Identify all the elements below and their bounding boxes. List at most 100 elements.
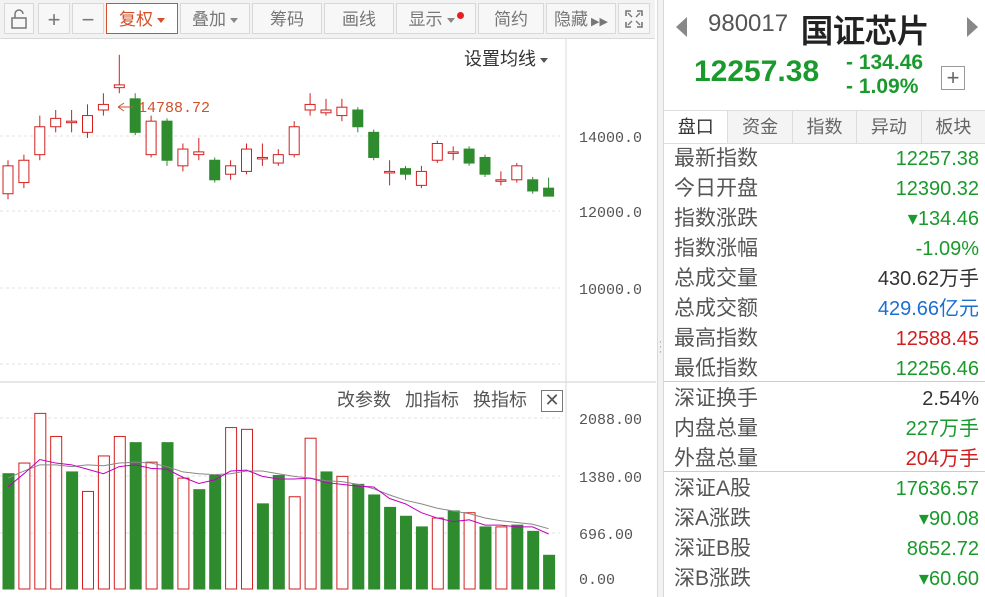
candle[interactable] — [161, 118, 173, 166]
volume-bar — [511, 524, 524, 590]
candle[interactable] — [66, 110, 78, 133]
candle[interactable] — [479, 154, 491, 177]
candle[interactable] — [209, 157, 221, 183]
quote-row-value: 429.66亿元 — [877, 298, 979, 320]
candle[interactable] — [50, 110, 62, 133]
volume-bar — [463, 512, 476, 590]
close-icon[interactable]: ✕ — [541, 390, 563, 412]
candle-body — [336, 106, 348, 117]
display-button[interactable]: 显示 — [396, 3, 476, 34]
chips-button[interactable]: 筹码 — [252, 3, 322, 34]
candle[interactable] — [400, 165, 411, 180]
candle[interactable] — [34, 115, 46, 161]
volume-bar — [256, 503, 269, 590]
candle[interactable] — [495, 171, 507, 186]
candle[interactable] — [336, 98, 348, 122]
overlay-button[interactable]: 叠加 — [180, 3, 250, 34]
candle[interactable] — [82, 104, 93, 138]
candle[interactable] — [543, 177, 555, 197]
candle[interactable] — [511, 163, 523, 183]
candle[interactable] — [256, 143, 268, 166]
row-group-divider — [664, 381, 985, 382]
row-group-divider — [664, 471, 985, 472]
volume-bar — [161, 442, 174, 590]
candle[interactable] — [18, 154, 30, 189]
tab-movement[interactable]: 异动 — [857, 111, 922, 143]
candle-body — [415, 170, 427, 186]
price-tick: 12000.0 — [579, 205, 642, 222]
quote-row: 最新指数 12257.38 — [664, 144, 985, 174]
quote-row: 指数涨跌 ▾134.46 — [664, 204, 985, 234]
quote-row: 深B涨跌 ▾60.60 — [664, 564, 985, 594]
candle-body — [2, 165, 14, 195]
candle[interactable] — [368, 129, 380, 161]
hide-button[interactable]: 隐藏 ▶▶ — [546, 3, 616, 34]
price-tick: 10000.0 — [579, 282, 642, 299]
next-arrow-icon[interactable] — [967, 17, 978, 37]
candle[interactable] — [447, 146, 459, 161]
volume-tick: 0.00 — [579, 572, 615, 589]
candle[interactable] — [272, 149, 284, 166]
quote-row-value: ▾90.08 — [918, 508, 979, 530]
price-tick: 14000.0 — [579, 130, 642, 147]
volume-bar — [18, 462, 31, 590]
zoom-in-button[interactable]: + — [38, 3, 70, 34]
candle-body — [177, 148, 189, 167]
lock-icon[interactable] — [4, 3, 34, 34]
simple-button[interactable]: 简约 — [478, 3, 544, 34]
modify-params-button[interactable]: 改参数 — [337, 386, 391, 412]
set-ma-button[interactable]: 设置均线 — [464, 45, 548, 71]
candle[interactable] — [193, 137, 205, 161]
candle[interactable] — [352, 107, 364, 133]
kline-chart[interactable]: 14000.0 12000.0 10000.0 2088.00 1380.00 … — [0, 39, 656, 597]
tab-sector[interactable]: 板块 — [922, 111, 985, 143]
quote-row-value: 8652.72 — [906, 538, 979, 560]
candle[interactable] — [97, 93, 109, 116]
quote-row-value: 430.62万手 — [877, 268, 979, 290]
candle-body — [145, 120, 157, 156]
candle[interactable] — [177, 143, 189, 172]
add-watchlist-button[interactable]: + — [941, 66, 965, 90]
draw-line-button[interactable]: 画线 — [324, 3, 394, 34]
candle-body — [479, 156, 491, 175]
quote-row: 总成交量 430.62万手 — [664, 264, 985, 294]
tab-pankou[interactable]: 盘口 — [664, 111, 729, 143]
candle[interactable] — [288, 121, 300, 158]
add-indicator-button[interactable]: 加指标 — [405, 386, 459, 412]
candle[interactable] — [431, 140, 443, 164]
zoom-out-button[interactable]: − — [72, 3, 104, 34]
candle-body — [463, 148, 475, 164]
fuquan-button[interactable]: 复权 — [106, 3, 178, 34]
fullscreen-icon[interactable] — [618, 3, 650, 34]
candle[interactable] — [304, 93, 316, 116]
quote-row-value: 12257.38 — [895, 148, 979, 170]
quote-row-label: 深B涨跌 — [674, 567, 752, 590]
tab-capital[interactable]: 资金 — [728, 111, 793, 143]
volume-tick: 2088.00 — [579, 412, 642, 429]
candle[interactable] — [145, 115, 157, 158]
candle-body — [256, 156, 268, 160]
candle[interactable] — [320, 98, 332, 116]
quote-row-label: 深证A股 — [674, 477, 752, 500]
volume-tick: 1380.00 — [579, 470, 642, 487]
candle[interactable] — [463, 146, 475, 166]
panel-splitter[interactable] — [657, 0, 664, 597]
candle[interactable] — [2, 160, 14, 200]
switch-indicator-button[interactable]: 换指标 — [473, 386, 527, 412]
tab-index[interactable]: 指数 — [793, 111, 858, 143]
candle[interactable] — [113, 54, 125, 94]
candle-body — [241, 148, 252, 172]
candle-body — [161, 120, 173, 161]
candle[interactable] — [384, 160, 396, 186]
candle-body — [193, 151, 205, 156]
volume-bar — [384, 506, 397, 590]
candle[interactable] — [415, 165, 427, 189]
chevron-down-icon — [157, 18, 165, 24]
candle[interactable] — [527, 177, 539, 194]
prev-arrow-icon[interactable] — [676, 17, 687, 37]
candle[interactable] — [225, 160, 237, 180]
quote-row-label: 总成交额 — [674, 297, 758, 320]
candle[interactable] — [241, 143, 252, 175]
fuquan-label: 复权 — [119, 10, 153, 29]
current-price: 12257.38 — [694, 55, 820, 88]
